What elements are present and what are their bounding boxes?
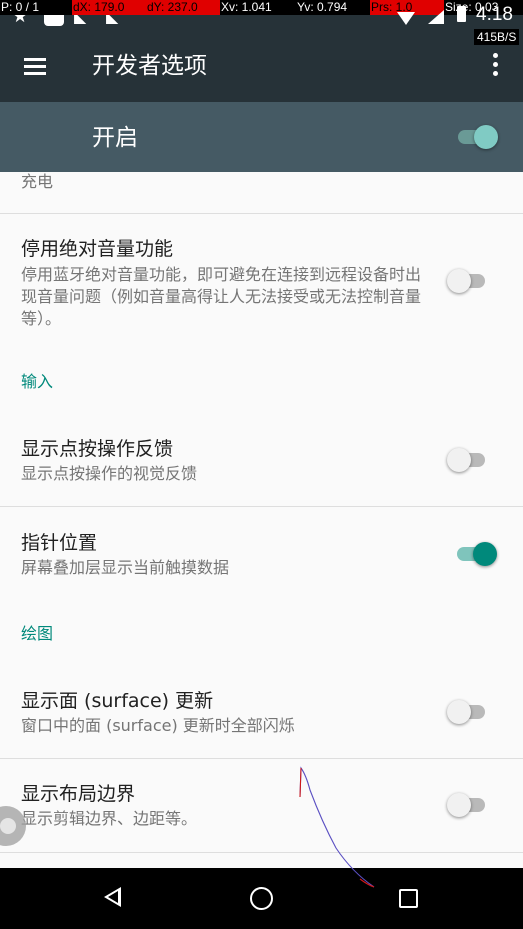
master-switch-toggle[interactable] (456, 122, 500, 152)
setting-title: 显示点按操作反馈 (21, 438, 174, 460)
setting-summary: 显示剪辑边界、边距等。 (21, 809, 198, 828)
navigation-bar (0, 868, 523, 929)
setting-summary: 屏幕叠加层显示当前触摸数据 (21, 558, 230, 577)
pointer-xv: Xv: 1.041 (221, 0, 272, 14)
setting-summary: 停用蓝牙绝对音量功能，即可避免在连接到远程设备时出现音量问题（例如音量高得让人无… (21, 265, 422, 328)
pointer-yv: Yv: 0.794 (297, 0, 348, 14)
pointer-dy: dY: 237.0 (146, 0, 220, 15)
divider (0, 758, 523, 759)
page-title: 开发者选项 (92, 53, 207, 79)
app-bar: 开发者选项 (0, 30, 523, 102)
home-circle-icon[interactable] (250, 887, 273, 910)
surface-updates-toggle[interactable] (447, 697, 491, 727)
battery-icon (457, 6, 466, 22)
divider (0, 213, 523, 214)
status-clock: 4:18 (476, 4, 513, 25)
pointer-count: P: 0 / 1 (1, 0, 40, 14)
hamburger-menu-icon[interactable] (20, 54, 50, 80)
category-header-input: 输入 (21, 372, 54, 391)
more-vert-icon[interactable] (483, 50, 507, 80)
recents-square-icon[interactable] (399, 889, 418, 908)
master-switch-bar[interactable]: 开启 (0, 102, 523, 172)
setting-title: 指针位置 (21, 532, 98, 554)
divider (0, 852, 523, 853)
signal-icon (428, 10, 444, 24)
master-switch-label: 开启 (92, 125, 138, 151)
layout-bounds-toggle[interactable] (447, 790, 491, 820)
setting-title: 显示布局边界 (21, 783, 136, 805)
category-header-drawing: 绘图 (21, 624, 54, 643)
setting-summary: 窗口中的面 (surface) 更新时全部闪烁 (21, 716, 295, 735)
absolute-volume-toggle[interactable] (447, 266, 491, 296)
show-taps-toggle[interactable] (447, 445, 491, 475)
partial-summary: 充电 (21, 172, 54, 191)
setting-summary: 显示点按操作的视觉反馈 (21, 464, 198, 483)
setting-title: 显示面 (surface) 更新 (21, 690, 214, 712)
setting-title: 停用绝对音量功能 (21, 238, 174, 260)
pointer-location-overlay: P: 0 / 1 dX: 179.0 dY: 237.0 Xv: 1.041 Y… (0, 0, 523, 15)
net-speed: 415B/S (474, 29, 520, 45)
divider (0, 506, 523, 507)
pointer-dx: dX: 179.0 (72, 0, 146, 15)
pointer-location-toggle[interactable] (455, 539, 499, 569)
back-triangle-icon[interactable] (104, 887, 121, 907)
wifi-icon (397, 12, 415, 25)
